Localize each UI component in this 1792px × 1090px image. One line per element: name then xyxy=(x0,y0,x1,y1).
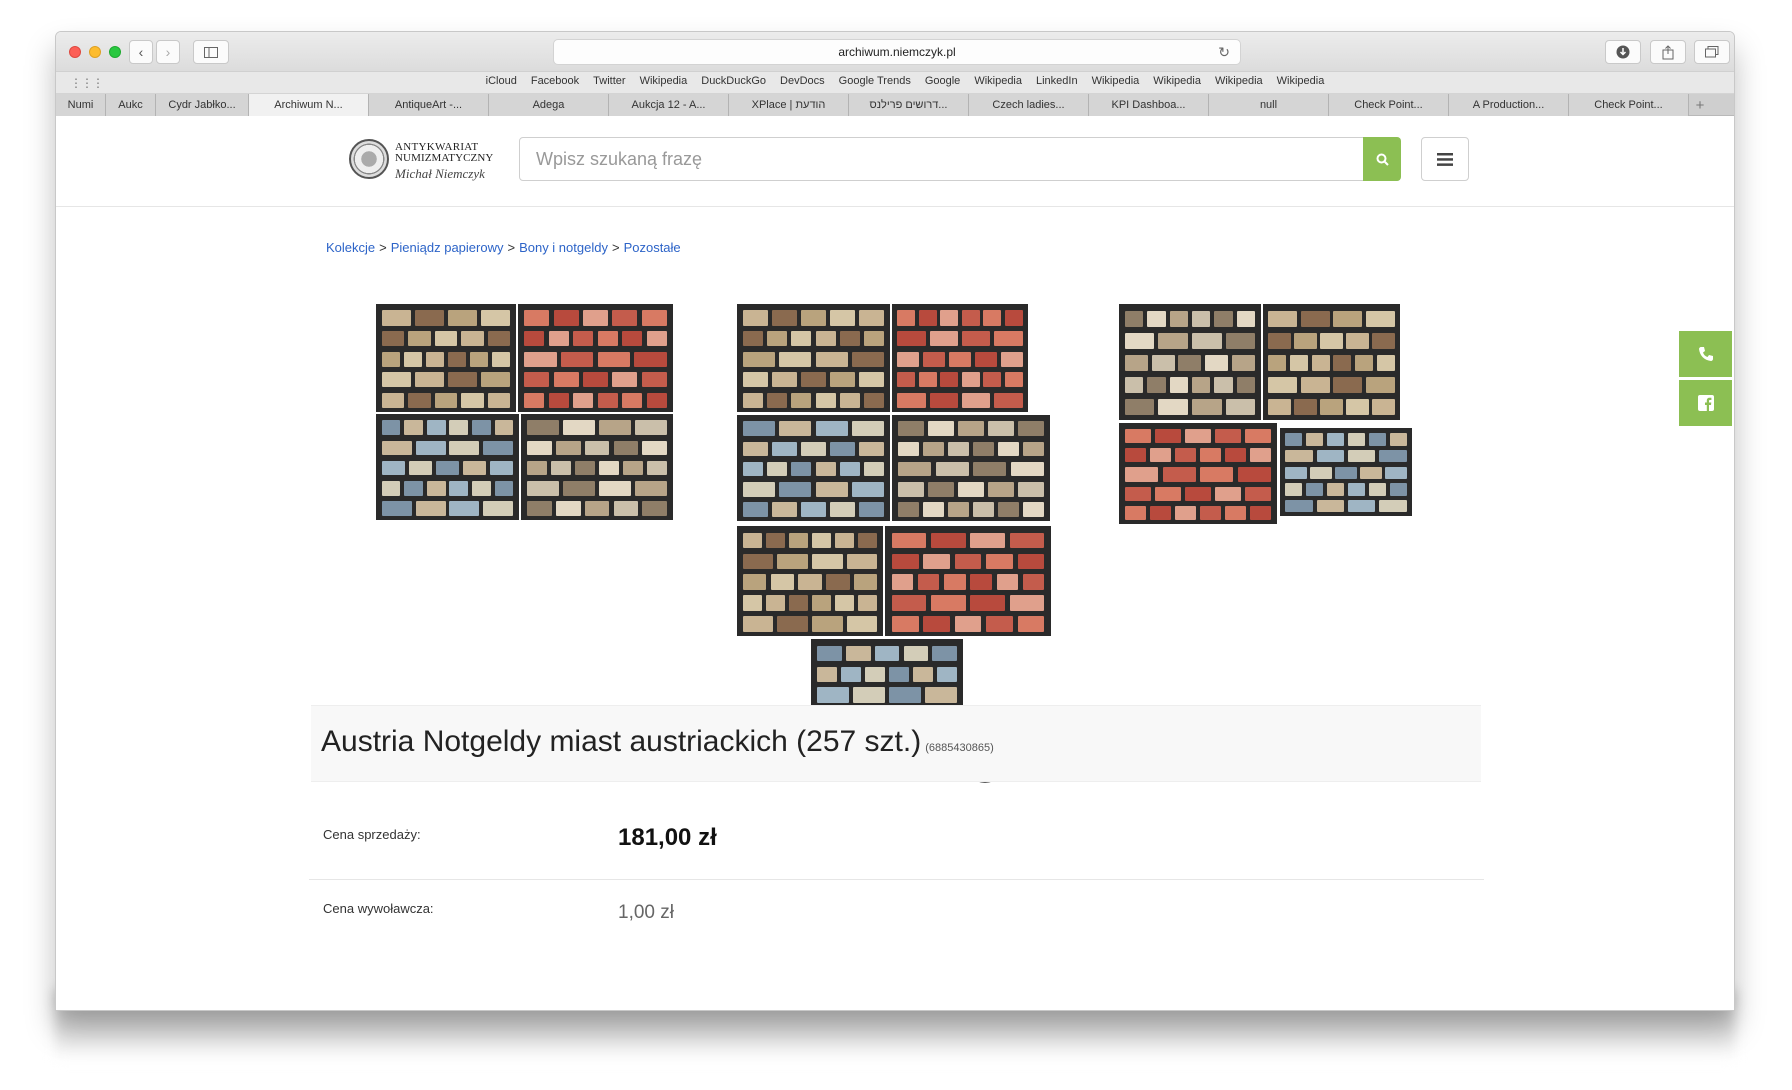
bookmark-item[interactable]: Wikipedia xyxy=(1153,75,1201,87)
logo-line-3: Michał Niemczyk xyxy=(395,166,485,181)
hamburger-icon xyxy=(1437,152,1453,166)
product-image-thumbnail[interactable] xyxy=(737,415,890,521)
web-page: ANTYKWARIAT NUMIZMATYCZNY Michał Niemczy… xyxy=(56,116,1734,1010)
breadcrumb-link-bony-i-notgeldy[interactable]: Bony i notgeldy xyxy=(519,240,608,255)
product-image-thumbnail[interactable] xyxy=(737,526,883,636)
product-image-thumbnail[interactable] xyxy=(376,304,516,412)
site-logo[interactable]: ANTYKWARIAT NUMIZMATYCZNY Michał Niemczy… xyxy=(349,136,497,186)
breadcrumb-link-pozostale[interactable]: Pozostałe xyxy=(624,240,681,255)
sidebar-toggle-button[interactable] xyxy=(193,40,229,64)
browser-tab[interactable]: Check Point... xyxy=(1329,94,1449,116)
minimize-window-button[interactable] xyxy=(89,46,101,58)
breadcrumb-separator: > xyxy=(379,240,387,255)
bookmark-item[interactable]: Wikipedia xyxy=(640,75,688,87)
menu-button[interactable] xyxy=(1421,137,1469,181)
close-window-button[interactable] xyxy=(69,46,81,58)
bookmark-item[interactable]: Wikipedia xyxy=(1092,75,1140,87)
show-tabs-button[interactable] xyxy=(1694,40,1730,64)
chevron-right-icon: › xyxy=(165,44,171,60)
share-button[interactable] xyxy=(1650,40,1686,64)
product-image-thumbnail[interactable] xyxy=(737,304,890,412)
breadcrumb-separator: > xyxy=(611,240,620,255)
product-image-thumbnail[interactable] xyxy=(1280,428,1412,516)
bookmark-item[interactable]: Facebook xyxy=(531,75,579,87)
browser-window: ‹ › archiwum.niemczyk.pl ↻ ⋮⋮⋮ iCloud Fac… xyxy=(55,31,1735,1011)
sidebar-icon xyxy=(204,46,218,58)
product-image-thumbnail[interactable] xyxy=(892,415,1050,521)
bookmark-item[interactable]: Google xyxy=(925,75,960,87)
start-price-label: Cena wywoławcza: xyxy=(323,901,434,916)
browser-tab[interactable]: Aukcja 12 - A... xyxy=(609,94,729,116)
site-header: ANTYKWARIAT NUMIZMATYCZNY Michał Niemczy… xyxy=(56,116,1734,207)
product-image-thumbnail[interactable] xyxy=(892,304,1028,412)
bookmark-item[interactable]: LinkedIn xyxy=(1036,75,1078,87)
tabs-overview-icon xyxy=(1705,46,1719,58)
search-icon xyxy=(1376,153,1389,166)
breadcrumb-separator: > xyxy=(507,240,516,255)
phone-icon xyxy=(1698,347,1713,361)
tab-bar: Numi Aukc Cydr Jabłko... Archiwum N... Antiq… xyxy=(56,94,1734,116)
browser-tab[interactable]: AntiqueArt -... xyxy=(369,94,489,116)
bookmarks-list: iCloud Facebook Twitter Wikipedia DuckDuckGo… xyxy=(56,75,1734,87)
browser-tab[interactable]: Adega xyxy=(489,94,609,116)
bookmark-item[interactable]: Wikipedia xyxy=(1277,75,1325,87)
bookmark-item[interactable]: Google Trends xyxy=(839,75,911,87)
bookmark-item[interactable]: Wikipedia xyxy=(1215,75,1263,87)
browser-tab[interactable]: Numi xyxy=(56,94,106,116)
product-image-thumbnail[interactable] xyxy=(1119,304,1261,420)
chevron-left-icon: ‹ xyxy=(138,44,144,60)
bookmark-item[interactable]: Wikipedia xyxy=(974,75,1022,87)
browser-tab[interactable]: Check Point... xyxy=(1569,94,1689,116)
title-bar: ‹ › archiwum.niemczyk.pl ↻ xyxy=(56,32,1734,72)
logo-seal-icon xyxy=(349,139,389,179)
product-id: (6885430865) xyxy=(925,742,994,754)
browser-tab[interactable]: Aukc xyxy=(106,94,156,116)
bookmark-item[interactable]: iCloud xyxy=(486,75,517,87)
forward-button[interactable]: › xyxy=(156,40,180,64)
logo-line-2: NUMIZMATYCZNY xyxy=(395,152,494,164)
browser-tab[interactable]: Cydr Jabłko... xyxy=(156,94,249,116)
product-title: Austria Notgeldy miast austriackich (257… xyxy=(321,725,922,758)
url-text: archiwum.niemczyk.pl xyxy=(838,45,956,59)
browser-tab[interactable]: Czech ladies... xyxy=(969,94,1089,116)
browser-tab[interactable]: A Production... xyxy=(1449,94,1569,116)
reload-icon[interactable]: ↻ xyxy=(1218,44,1230,61)
product-image-thumbnail[interactable] xyxy=(885,526,1051,636)
product-image-thumbnail[interactable] xyxy=(521,414,673,520)
browser-tab[interactable]: Archiwum N... xyxy=(249,94,369,116)
browser-tab[interactable]: null xyxy=(1209,94,1329,116)
downloads-button[interactable] xyxy=(1605,40,1641,64)
breadcrumb-link-kolekcje[interactable]: Kolekcje xyxy=(326,240,375,255)
download-icon xyxy=(1616,45,1630,59)
back-button[interactable]: ‹ xyxy=(129,40,153,64)
facebook-icon xyxy=(1697,395,1714,411)
breadcrumb: Kolekcje > Pieniądz papierowy > Bony i notge… xyxy=(326,240,681,255)
new-tab-plus-icon[interactable]: + xyxy=(1689,94,1711,116)
sale-price-label: Cena sprzedaży: xyxy=(323,827,421,842)
product-image-thumbnail[interactable] xyxy=(376,414,519,520)
share-icon xyxy=(1662,44,1674,59)
address-bar[interactable]: archiwum.niemczyk.pl ↻ xyxy=(553,39,1241,65)
search-button[interactable] xyxy=(1363,137,1401,181)
browser-tab[interactable]: דרושים פרילנס... xyxy=(849,94,969,116)
bookmark-item[interactable]: DevDocs xyxy=(780,75,825,87)
phone-contact-button[interactable] xyxy=(1679,331,1732,377)
browser-tab[interactable]: KPI Dashboa... xyxy=(1089,94,1209,116)
product-image-thumbnail[interactable] xyxy=(1119,423,1277,524)
divider xyxy=(309,879,1484,880)
product-image-thumbnail[interactable] xyxy=(518,304,673,412)
bookmark-item[interactable]: DuckDuckGo xyxy=(701,75,766,87)
start-price-value: 1,00 zł xyxy=(618,902,674,923)
fullscreen-window-button[interactable] xyxy=(109,46,121,58)
breadcrumb-link-pieniadz-papierowy[interactable]: Pieniądz papierowy xyxy=(391,240,504,255)
bookmark-item[interactable]: Twitter xyxy=(593,75,625,87)
facebook-button[interactable] xyxy=(1679,380,1732,426)
bookmarks-bar: ⋮⋮⋮ iCloud Facebook Twitter Wikipedia DuckDu… xyxy=(56,72,1734,94)
sale-price-value: 181,00 zł xyxy=(618,824,717,851)
product-image-thumbnail[interactable] xyxy=(1263,304,1400,420)
browser-tab[interactable]: XPlace | הודעת xyxy=(729,94,849,116)
search-input[interactable]: Wpisz szukaną frazę xyxy=(519,137,1400,181)
product-title-box: Austria Notgeldy miast austriackich (257… xyxy=(311,705,1481,782)
